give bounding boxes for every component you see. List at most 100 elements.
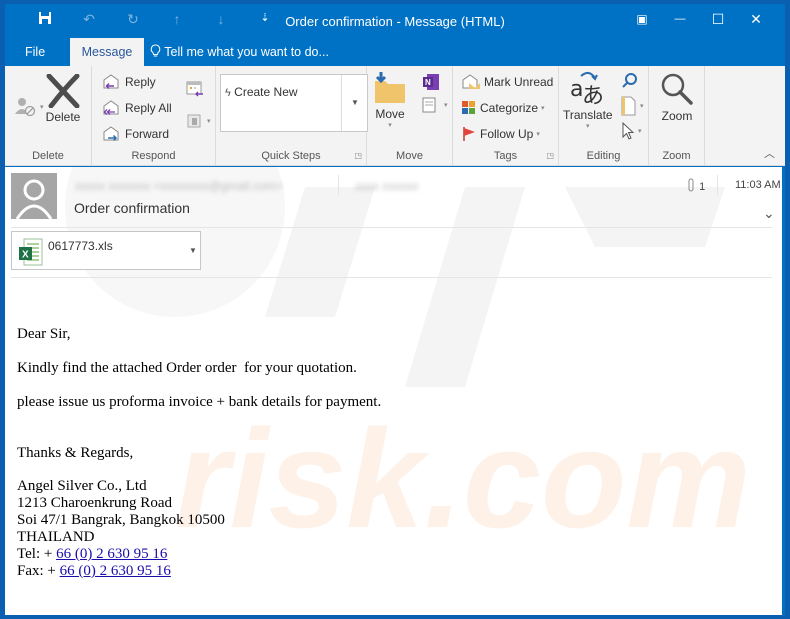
delete-button[interactable]: Delete bbox=[45, 74, 81, 124]
lightbulb-icon bbox=[150, 44, 164, 59]
reply-all-button[interactable]: Reply All bbox=[102, 100, 172, 116]
attachment-separator bbox=[11, 277, 772, 278]
move-group-label: Move bbox=[396, 150, 423, 162]
tell-me-box[interactable]: Tell me what you want to do... bbox=[150, 38, 329, 66]
attachment-filename: 0617773.xls bbox=[48, 239, 113, 253]
closing: Thanks & Regards, bbox=[17, 445, 134, 461]
fax-link[interactable]: 66 (0) 2 630 95 16 bbox=[60, 563, 171, 579]
zoom-magnifier-icon bbox=[659, 71, 695, 107]
signature-company: Angel Silver Co., Ltd bbox=[17, 478, 147, 494]
received-time: 11:03 AM bbox=[735, 179, 781, 191]
signature-country: THAILAND bbox=[17, 529, 95, 545]
forward-icon bbox=[102, 126, 122, 142]
select-button[interactable]: ▾ bbox=[621, 122, 642, 140]
ribbon-display-options-icon[interactable]: ▣ bbox=[623, 8, 661, 30]
zoom-label: Zoom bbox=[661, 109, 693, 123]
collapse-ribbon-icon[interactable]: ︿ bbox=[764, 145, 775, 161]
onenote-button[interactable]: N bbox=[421, 72, 441, 92]
expand-header-chevron-icon[interactable]: ⌄ bbox=[763, 205, 775, 222]
categorize-label: Categorize bbox=[480, 101, 539, 115]
tab-message[interactable]: Message bbox=[70, 38, 144, 66]
excel-file-icon: X bbox=[18, 238, 44, 271]
translate-icon: aあ bbox=[569, 70, 607, 106]
minimize-button[interactable]: — bbox=[661, 8, 699, 30]
signature-address-2: Soi 47/1 Bangrak, Bangkok 10500 bbox=[17, 512, 225, 528]
header-divider-right bbox=[717, 175, 718, 195]
actions-icon bbox=[421, 96, 441, 114]
document-icon bbox=[621, 96, 637, 116]
more-respond-icon bbox=[186, 112, 204, 130]
move-folder-icon bbox=[371, 71, 409, 105]
reply-all-icon bbox=[102, 100, 122, 116]
quick-steps-more-button[interactable]: ▼ bbox=[341, 75, 368, 131]
outlook-message-window: ↶ ↻ ↑ ↓ ⇣ Order confirmation - Message (… bbox=[5, 4, 785, 615]
actions-button[interactable]: ▾ bbox=[421, 96, 448, 114]
follow-up-button[interactable]: Follow Up ▾ bbox=[461, 126, 540, 142]
paperclip-icon bbox=[688, 178, 699, 193]
mark-unread-label: Mark Unread bbox=[484, 75, 554, 89]
sender-name-blurred[interactable]: xxxxx xxxxxxx <xxxxxxxx@gmail.com> bbox=[75, 179, 283, 193]
attachment-menu-chevron-icon[interactable]: ▼ bbox=[189, 246, 197, 255]
tags-group: Mark Unread Categorize ▾ Follow Up ▾ Tag… bbox=[453, 66, 559, 166]
quick-steps-dialog-launcher[interactable]: ◳ bbox=[354, 151, 362, 160]
delete-label: Delete bbox=[45, 110, 81, 124]
attachment-count: 1 bbox=[688, 178, 705, 193]
recipient-blurred[interactable]: xxxx xxxxxx bbox=[355, 179, 418, 193]
meeting-reply-button[interactable] bbox=[186, 80, 204, 98]
header-separator bbox=[11, 227, 772, 228]
body-line-1: Kindly find the attached Order order for… bbox=[17, 360, 357, 376]
lightning-icon: ϟ bbox=[225, 87, 231, 99]
zoom-button[interactable]: Zoom bbox=[659, 71, 695, 123]
delete-group-label: Delete bbox=[32, 150, 64, 162]
reply-label: Reply bbox=[125, 75, 156, 89]
signature-fax: Fax: + 66 (0) 2 630 95 16 bbox=[17, 563, 381, 580]
related-button[interactable]: ▾ bbox=[621, 96, 644, 116]
move-button[interactable]: Move ▾ bbox=[371, 71, 409, 129]
close-button[interactable]: ✕ bbox=[737, 8, 775, 30]
translate-label: Translate bbox=[563, 108, 613, 122]
attachment-card[interactable]: X 0617773.xls ▼ bbox=[11, 231, 201, 270]
quick-steps-group: ϟ Create New ▼ Quick Steps ◳ bbox=[216, 66, 368, 166]
categorize-icon bbox=[461, 100, 477, 116]
flag-icon bbox=[461, 126, 477, 142]
mark-unread-button[interactable]: Mark Unread bbox=[461, 74, 553, 90]
onenote-icon: N bbox=[421, 72, 441, 92]
reply-all-label: Reply All bbox=[125, 101, 172, 115]
forward-button[interactable]: Forward bbox=[102, 126, 169, 142]
tel-link[interactable]: 66 (0) 2 630 95 16 bbox=[56, 546, 167, 562]
find-button[interactable] bbox=[621, 72, 639, 90]
signature: Angel Silver Co., Ltd 1213 Charoenkrung … bbox=[17, 478, 381, 580]
tags-group-label: Tags bbox=[493, 150, 518, 162]
zoom-group: Zoom Zoom bbox=[649, 66, 705, 166]
move-label: Move bbox=[375, 107, 405, 121]
tel-label: Tel: + bbox=[17, 546, 57, 562]
ribbon-tabs: File Message Tell me what you want to do… bbox=[5, 36, 785, 66]
quick-step-create-new[interactable]: ϟ Create New bbox=[225, 85, 298, 99]
cursor-arrow-icon bbox=[621, 122, 635, 140]
message-reading-pane: risk.com xxxxx xxxxxxx <xxxxxxxx@gmail.c… bbox=[5, 167, 785, 615]
ribbon: ▾ Delete Delete Reply Reply All Forward … bbox=[5, 66, 785, 166]
follow-up-label: Follow Up bbox=[480, 127, 534, 141]
sender-avatar bbox=[11, 173, 57, 219]
ignore-button[interactable]: ▾ bbox=[13, 96, 44, 118]
tab-file[interactable]: File bbox=[13, 38, 57, 66]
header-divider bbox=[338, 175, 339, 195]
signature-tel: Tel: + 66 (0) 2 630 95 16 bbox=[17, 546, 381, 563]
delete-x-icon bbox=[45, 74, 81, 108]
window-controls: ▣ — ☐ ✕ bbox=[623, 8, 775, 30]
quick-steps-gallery: ϟ Create New ▼ bbox=[220, 74, 368, 132]
more-respond-button[interactable]: ▾ bbox=[186, 112, 211, 130]
zoom-group-label: Zoom bbox=[662, 150, 691, 162]
message-body: Dear Sir, Kindly find the attached Order… bbox=[17, 325, 381, 580]
editing-group: aあ Translate ▾ ▾ ▾ Editing bbox=[559, 66, 649, 166]
translate-button[interactable]: aあ Translate ▾ bbox=[563, 70, 613, 130]
message-subject: Order confirmation bbox=[74, 200, 190, 216]
delete-group: ▾ Delete Delete bbox=[5, 66, 92, 166]
maximize-button[interactable]: ☐ bbox=[699, 8, 737, 30]
categorize-button[interactable]: Categorize ▾ bbox=[461, 100, 545, 116]
editing-group-label: Editing bbox=[586, 150, 621, 162]
reply-button[interactable]: Reply bbox=[102, 74, 156, 90]
move-group: Move ▾ N ▾ Move bbox=[367, 66, 453, 166]
tags-dialog-launcher[interactable]: ◳ bbox=[546, 151, 554, 160]
fax-label: Fax: + bbox=[17, 563, 60, 579]
